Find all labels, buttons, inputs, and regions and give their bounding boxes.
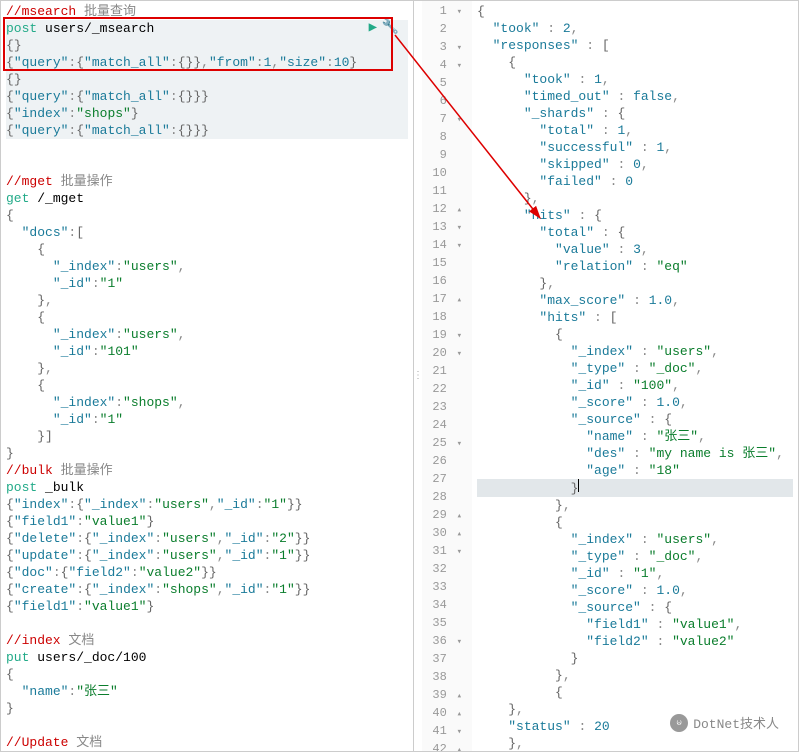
response-line: "total" : 1, — [477, 122, 793, 139]
response-line: }, — [477, 667, 793, 684]
response-line: "_index" : "users", — [477, 343, 793, 360]
response-line: "_id" : "1", — [477, 565, 793, 582]
request-line[interactable]: }, — [6, 292, 408, 309]
line-number-gutter: 1 ▾2 3 ▾4 ▾5 6 7 ▾8 9 10 11 12 ▴13 ▾14 ▾… — [422, 1, 472, 751]
request-line[interactable]: {"index":{"_index":"users","_id":"1"}} — [6, 496, 408, 513]
response-line: "skipped" : 0, — [477, 156, 793, 173]
response-line: "des" : "my name is 张三", — [477, 445, 793, 462]
response-line: { — [477, 514, 793, 531]
response-line: "_source" : { — [477, 599, 793, 616]
request-line[interactable]: }] — [6, 428, 408, 445]
response-line: "relation" : "eq" — [477, 258, 793, 275]
run-icon[interactable]: ▶ — [369, 19, 377, 36]
response-line: "name" : "张三", — [477, 428, 793, 445]
request-line[interactable]: "_id":"1" — [6, 411, 408, 428]
request-line[interactable]: { — [6, 241, 408, 258]
response-line: }, — [477, 190, 793, 207]
response-line: { — [477, 326, 793, 343]
response-line: "hits" : { — [477, 207, 793, 224]
request-line[interactable]: "_id":"1" — [6, 275, 408, 292]
request-line[interactable]: { — [6, 309, 408, 326]
request-line[interactable]: post users/_msearch — [6, 20, 408, 37]
response-viewer[interactable]: 1 ▾2 3 ▾4 ▾5 6 7 ▾8 9 10 11 12 ▴13 ▾14 ▾… — [422, 1, 798, 751]
response-line: "field1" : "value1", — [477, 616, 793, 633]
editor-container: ▶ 🔧 //msearch 批量查询post users/_msearch{}{… — [0, 0, 799, 752]
response-line: "_id" : "100", — [477, 377, 793, 394]
response-line: "_source" : { — [477, 411, 793, 428]
request-line[interactable]: "name":"张三" — [6, 683, 408, 700]
request-line[interactable]: {"delete":{"_index":"users","_id":"2"}} — [6, 530, 408, 547]
response-line: "_shards" : { — [477, 105, 793, 122]
response-line: { — [477, 3, 793, 20]
request-line[interactable]: //index 文档 — [6, 632, 408, 649]
request-line[interactable]: post _bulk — [6, 479, 408, 496]
response-line: }, — [477, 735, 793, 751]
request-line[interactable]: {"doc":{"field2":"value2"}} — [6, 564, 408, 581]
request-line[interactable]: {"query":{"match_all":{}},"from":1,"size… — [6, 54, 408, 71]
response-line: "responses" : [ — [477, 37, 793, 54]
request-editor[interactable]: ▶ 🔧 //msearch 批量查询post users/_msearch{}{… — [1, 1, 414, 751]
request-line[interactable]: "_index":"users", — [6, 326, 408, 343]
request-line[interactable]: {"update":{"_index":"users","_id":"1"}} — [6, 547, 408, 564]
response-line: "max_score" : 1.0, — [477, 292, 793, 309]
request-line[interactable]: {"field1":"value1"} — [6, 513, 408, 530]
response-line: "age" : "18" — [477, 462, 793, 479]
response-line: } — [477, 479, 793, 497]
request-line[interactable]: }, — [6, 360, 408, 377]
response-line: "total" : { — [477, 224, 793, 241]
request-line[interactable] — [6, 156, 408, 173]
request-line[interactable]: get /_mget — [6, 190, 408, 207]
request-line[interactable]: "_index":"users", — [6, 258, 408, 275]
response-line: "hits" : [ — [477, 309, 793, 326]
request-line[interactable]: { — [6, 666, 408, 683]
response-line: "took" : 2, — [477, 20, 793, 37]
request-line[interactable]: "docs":[ — [6, 224, 408, 241]
request-line[interactable]: {"index":"shops"} — [6, 105, 408, 122]
response-line: "took" : 1, — [477, 71, 793, 88]
request-line[interactable]: { — [6, 377, 408, 394]
request-line[interactable] — [6, 615, 408, 632]
request-line[interactable]: //Update 文档 — [6, 734, 408, 751]
response-line: }, — [477, 275, 793, 292]
response-line: "field2" : "value2" — [477, 633, 793, 650]
response-line: { — [477, 684, 793, 701]
request-line[interactable]: //mget 批量操作 — [6, 173, 408, 190]
response-line: "value" : 3, — [477, 241, 793, 258]
response-line: { — [477, 54, 793, 71]
request-line[interactable]: } — [6, 700, 408, 717]
response-line: "_type" : "_doc", — [477, 548, 793, 565]
request-line[interactable]: { — [6, 207, 408, 224]
request-line[interactable]: {"field1":"value1"} — [6, 598, 408, 615]
response-line: }, — [477, 497, 793, 514]
watermark: မ DotNet技术人 — [670, 713, 779, 732]
request-line[interactable]: {} — [6, 37, 408, 54]
request-line[interactable]: {"query":{"match_all":{}}} — [6, 122, 408, 139]
settings-icon[interactable]: 🔧 — [382, 19, 399, 36]
request-line[interactable]: {"query":{"match_all":{}}} — [6, 88, 408, 105]
pane-resize-handle[interactable]: ⋮ — [414, 1, 422, 751]
response-line: } — [477, 650, 793, 667]
request-line[interactable] — [6, 139, 408, 156]
response-line: "_index" : "users", — [477, 531, 793, 548]
request-line[interactable]: {"create":{"_index":"shops","_id":"1"}} — [6, 581, 408, 598]
response-line: "successful" : 1, — [477, 139, 793, 156]
request-line[interactable]: "_index":"shops", — [6, 394, 408, 411]
wechat-icon: မ — [670, 714, 688, 732]
request-line[interactable]: {} — [6, 71, 408, 88]
request-line[interactable]: "_id":"101" — [6, 343, 408, 360]
response-line: "_type" : "_doc", — [477, 360, 793, 377]
response-line: "_score" : 1.0, — [477, 582, 793, 599]
request-line[interactable] — [6, 717, 408, 734]
request-line[interactable]: put users/_doc/100 — [6, 649, 408, 666]
response-line: "failed" : 0 — [477, 173, 793, 190]
response-line: "_score" : 1.0, — [477, 394, 793, 411]
response-line: "timed_out" : false, — [477, 88, 793, 105]
request-line[interactable]: } — [6, 445, 408, 462]
request-line[interactable]: //msearch 批量查询 — [6, 3, 408, 20]
request-line[interactable]: //bulk 批量操作 — [6, 462, 408, 479]
